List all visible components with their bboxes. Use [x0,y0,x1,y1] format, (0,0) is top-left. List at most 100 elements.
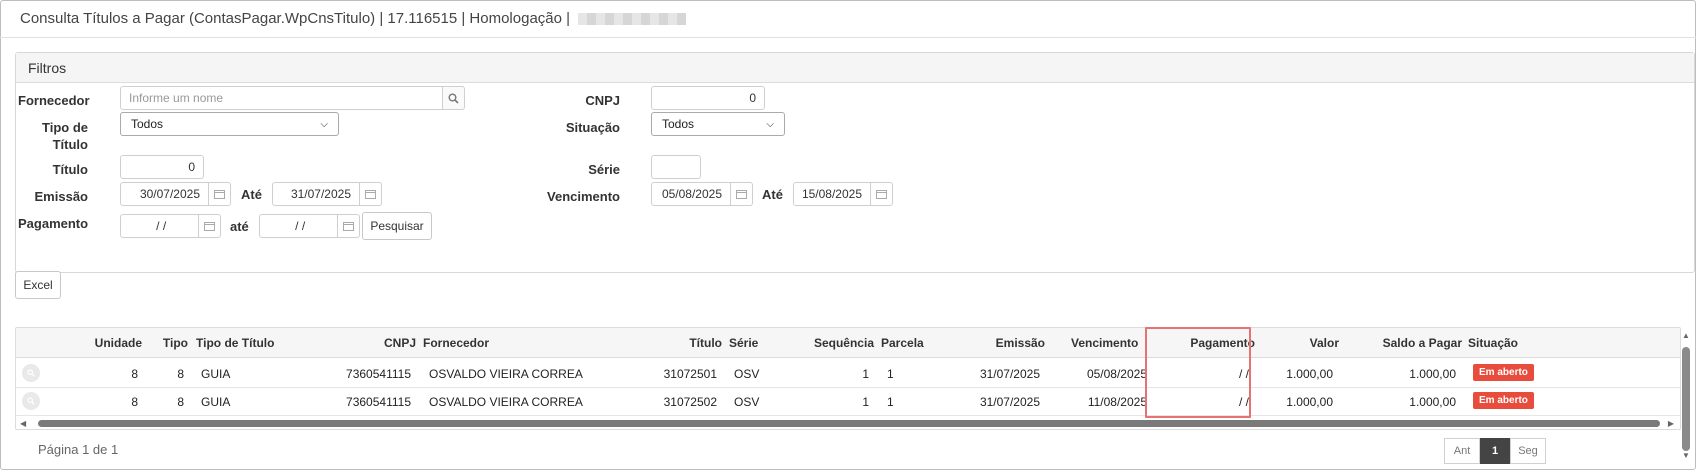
emissao-to-input[interactable]: 31/07/2025 [272,182,360,206]
table-row[interactable]: 8 8 GUIA 7360541115 OSVALDO VIEIRA CORRE… [16,386,1680,416]
col-unidade: Unidade [94,336,142,350]
pagamento-label: Pagamento [18,216,89,231]
vencimento-from-input[interactable]: 05/08/2025 [651,182,731,206]
cell-titulo: 31072502 [663,395,717,409]
cell-sequencia: 1 [862,395,869,409]
serie-input[interactable] [651,155,701,179]
col-cnpj: CNPJ [383,336,416,350]
scroll-up-icon[interactable]: ▲ [1682,331,1690,340]
pagination-next-button[interactable]: Seg [1510,438,1546,464]
pagination-current-page[interactable]: 1 [1480,438,1510,464]
cell-tipo-titulo: GUIA [201,395,231,409]
situacao-label: Situação [565,120,620,135]
pesquisar-button[interactable]: Pesquisar [362,212,432,240]
horizontal-scroll-thumb[interactable] [38,420,1660,427]
cell-pagamento: / / [1238,367,1249,381]
pagamento-to-input[interactable]: / / [259,214,338,238]
fornecedor-input[interactable]: Informe um nome [120,86,443,110]
scroll-right-icon[interactable]: ▶ [1668,419,1674,428]
cell-fornecedor: OSVALDO VIEIRA CORREA [429,395,583,409]
title-bar: Consulta Títulos a Pagar (ContasPagar.Wp… [0,0,1696,38]
tipo-titulo-value: Todos [131,117,164,131]
emissao-ate-label: Até [241,187,262,202]
calendar-icon[interactable] [731,182,753,206]
cell-valor: 1.000,00 [1286,367,1333,381]
situacao-select[interactable]: Todos ⌵ [651,112,785,136]
vencimento-to-input[interactable]: 15/08/2025 [793,182,871,206]
cell-serie: OSV [734,395,760,409]
emissao-label: Emissão [34,189,88,204]
titulo-label: Título [52,162,88,177]
pagamento-from-input[interactable]: / / [120,214,199,238]
cell-parcela: 1 [887,395,894,409]
scroll-down-icon[interactable]: ▼ [1682,451,1690,460]
cell-sequencia: 1 [862,367,869,381]
cell-cnpj: 7360541115 [346,367,411,381]
cell-unidade: 8 [131,395,138,409]
calendar-icon[interactable] [338,214,360,238]
col-saldo: Saldo a Pagar [1382,336,1462,350]
cnpj-input[interactable]: 0 [651,86,765,110]
cell-emissao: 31/07/2025 [979,367,1040,381]
calendar-icon[interactable] [871,182,893,206]
scroll-left-icon[interactable]: ◀ [20,419,26,428]
col-valor: Valor [1309,336,1339,350]
cell-cnpj: 7360541115 [346,395,411,409]
col-vencimento: Vencimento [1071,336,1139,350]
calendar-icon[interactable] [199,214,221,238]
cell-saldo: 1.000,00 [1409,395,1456,409]
col-sequencia: Sequência [813,336,874,350]
cell-tipo-titulo: GUIA [201,367,231,381]
horizontal-scrollbar[interactable]: ◀ ▶ [16,417,1674,429]
tipo-titulo-select[interactable]: Todos ⌵ [120,112,339,136]
titulo-input[interactable]: 0 [120,155,204,179]
cell-vencimento: 11/08/2025 [1087,395,1147,409]
col-fornecedor: Fornecedor [423,336,490,350]
pagamento-ate-label: até [230,219,249,234]
table-row[interactable]: 8 8 GUIA 7360541115 OSVALDO VIEIRA CORRE… [16,358,1680,388]
vertical-scrollbar[interactable]: ▲ ▼ [1680,327,1692,462]
results-table: Unidade Tipo Tipo de Título CNPJ Fornece… [15,327,1681,430]
cell-pagamento: / / [1238,395,1249,409]
cell-emissao: 31/07/2025 [979,395,1040,409]
tipo-titulo-label: Tipo de Título [42,120,88,152]
vencimento-ate-label: Até [762,187,783,202]
cell-valor: 1.000,00 [1286,395,1333,409]
chevron-down-icon: ⌵ [320,118,328,130]
cell-parcela: 1 [887,367,894,381]
cell-saldo: 1.000,00 [1409,367,1456,381]
vertical-scroll-thumb[interactable] [1682,347,1690,451]
view-detail-icon[interactable] [22,392,40,410]
filters-header: Filtros [16,53,1694,83]
emissao-from-input[interactable]: 30/07/2025 [120,182,209,206]
cell-tipo: 8 [177,395,184,409]
col-tipo-titulo: Tipo de Título [196,336,275,350]
pagination-info: Página 1 de 1 [38,442,119,457]
chevron-down-icon: ⌵ [766,118,774,130]
col-emissao: Emissão [995,336,1045,350]
cell-tipo: 8 [177,367,184,381]
view-detail-icon[interactable] [22,364,40,382]
page-title: Consulta Títulos a Pagar (ContasPagar.Wp… [20,10,571,27]
col-situacao: Situação [1468,336,1519,350]
cell-serie: OSV [734,367,760,381]
status-badge: Em aberto [1473,392,1534,409]
cell-vencimento: 05/08/2025 [1086,367,1147,381]
serie-label: Série [588,162,620,177]
cnpj-label: CNPJ [585,93,620,108]
pagination-prev-button[interactable]: Ant [1444,438,1480,464]
fornecedor-label: Fornecedor [18,93,90,108]
calendar-icon[interactable] [360,182,382,206]
col-tipo: Tipo [162,336,188,350]
col-titulo: Título [689,336,722,350]
col-pagamento: Pagamento [1190,336,1255,350]
redacted-environment [578,12,687,25]
excel-button[interactable]: Excel [15,271,61,299]
vencimento-label: Vencimento [547,189,620,204]
situacao-value: Todos [662,117,695,131]
calendar-icon[interactable] [209,182,231,206]
table-header: Unidade Tipo Tipo de Título CNPJ Fornece… [16,328,1680,358]
status-badge: Em aberto [1473,364,1534,381]
cell-fornecedor: OSVALDO VIEIRA CORREA [429,367,583,381]
search-icon[interactable] [442,86,465,110]
